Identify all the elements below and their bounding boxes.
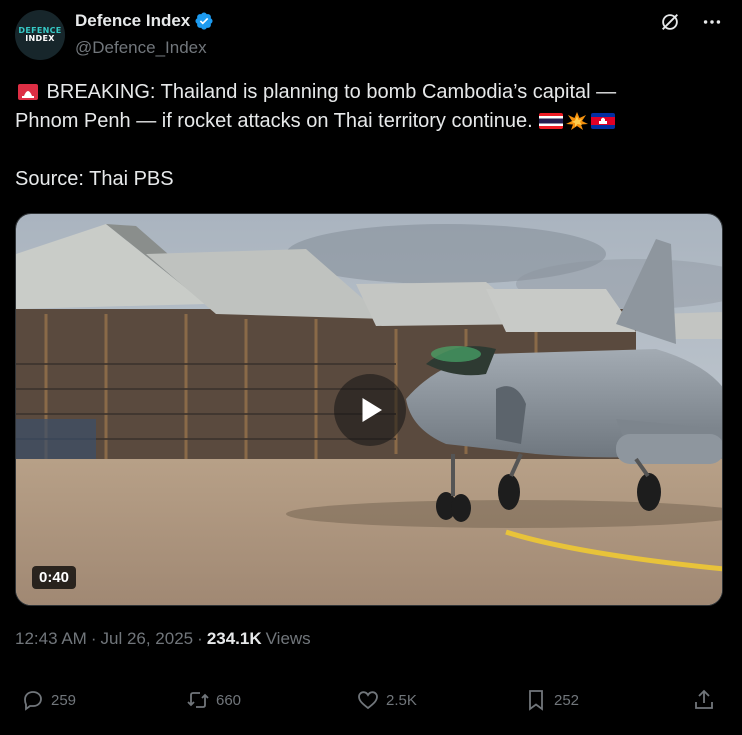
play-icon	[362, 398, 382, 422]
video-player[interactable]: 0:40	[15, 213, 723, 606]
avatar-logo: DEFENCE INDEX	[18, 26, 62, 43]
thailand-flag-icon	[539, 113, 564, 129]
action-bar: 259 660 2.5K 252	[0, 688, 742, 724]
post-metadata: 12:43 AM · Jul 26, 2025 · 234.1K Views	[15, 629, 311, 649]
share-button[interactable]	[692, 688, 716, 712]
bookmark-count: 252	[554, 691, 580, 709]
tweet: DEFENCE INDEX Defence Index @Defence_Ind…	[0, 0, 742, 735]
more-icon[interactable]	[700, 10, 724, 34]
like-count: 2.5K	[386, 691, 417, 709]
reply-count: 259	[51, 691, 77, 709]
verified-badge-icon	[195, 12, 213, 30]
author-name-row: Defence Index	[75, 11, 214, 31]
heart-icon	[358, 691, 378, 710]
views-label: Views	[265, 629, 311, 648]
handle[interactable]: @Defence_Index	[75, 38, 207, 58]
rotating-light-icon	[18, 84, 38, 100]
repost-button[interactable]: 660	[186, 688, 241, 712]
bookmark-button[interactable]: 252	[524, 688, 579, 712]
grok-icon[interactable]	[658, 10, 682, 34]
post-date[interactable]: Jul 26, 2025	[101, 629, 194, 649]
video-duration: 0:40	[32, 566, 77, 589]
like-button[interactable]: 2.5K	[356, 688, 417, 712]
header-actions	[658, 10, 724, 34]
reply-icon	[24, 691, 42, 711]
views-count: 234.1K	[206, 629, 262, 648]
cambodia-flag-icon	[591, 113, 616, 129]
avatar[interactable]: DEFENCE INDEX	[15, 10, 65, 60]
post-line-2: Phnom Penh — if rocket attacks on Thai t…	[15, 107, 715, 136]
bookmark-icon	[529, 690, 543, 711]
post-time[interactable]: 12:43 AM	[15, 629, 87, 649]
repost-icon	[187, 692, 209, 708]
post-text: BREAKING: Thailand is planning to bomb C…	[15, 78, 715, 194]
post-line-1: BREAKING: Thailand is planning to bomb C…	[15, 78, 715, 107]
play-button[interactable]	[334, 374, 406, 446]
display-name[interactable]: Defence Index	[75, 11, 190, 31]
meta-separator: ·	[197, 629, 203, 648]
share-icon	[695, 689, 713, 709]
post-source: Source: Thai PBS	[15, 168, 174, 190]
repost-count: 660	[216, 691, 242, 709]
collision-icon	[566, 112, 589, 130]
reply-button[interactable]: 259	[21, 688, 76, 712]
meta-separator: ·	[90, 629, 97, 648]
